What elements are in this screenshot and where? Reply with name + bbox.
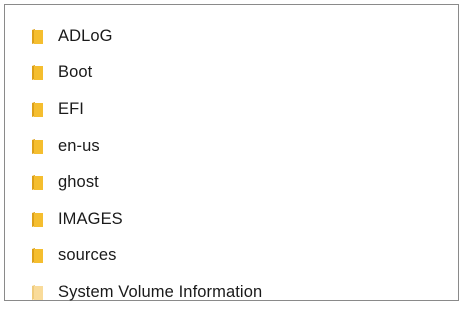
folder-item-adlog[interactable]: ADLoG xyxy=(5,18,458,55)
folder-item-efi[interactable]: EFI xyxy=(5,91,458,128)
folder-name: ADLoG xyxy=(58,26,113,45)
folder-item-en-us[interactable]: en-us xyxy=(5,128,458,165)
folder-name: ghost xyxy=(58,173,99,192)
folder-name: en-us xyxy=(58,136,100,155)
folder-icon xyxy=(32,28,43,44)
folder-icon xyxy=(32,101,43,117)
folder-item-sources[interactable]: sources xyxy=(5,238,458,275)
folder-icon xyxy=(32,211,43,227)
folder-icon xyxy=(32,248,43,264)
folder-item-boot[interactable]: Boot xyxy=(5,55,458,92)
folder-icon xyxy=(32,175,43,191)
folder-name: IMAGES xyxy=(58,209,123,228)
folder-icon xyxy=(32,65,43,81)
folder-list: ADLoG Boot EFI en-us ghost IMAGES source… xyxy=(5,18,458,311)
folder-name: Boot xyxy=(58,63,93,82)
file-list-pane: ADLoG Boot EFI en-us ghost IMAGES source… xyxy=(4,4,459,301)
folder-icon xyxy=(32,138,43,154)
folder-name: EFI xyxy=(58,99,84,118)
folder-name: System Volume Information xyxy=(58,282,263,301)
folder-item-system-volume-information[interactable]: System Volume Information xyxy=(5,274,458,311)
folder-item-images[interactable]: IMAGES xyxy=(5,201,458,238)
folder-name: sources xyxy=(58,246,117,265)
folder-item-ghost[interactable]: ghost xyxy=(5,164,458,201)
folder-icon xyxy=(32,284,43,300)
